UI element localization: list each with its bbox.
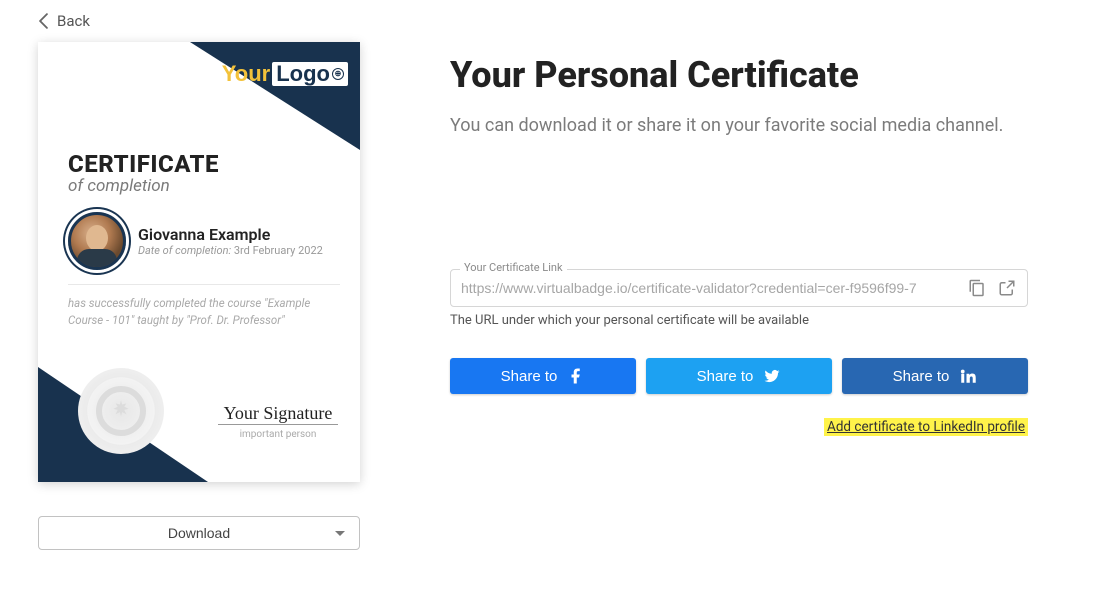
- linkedin-icon: [959, 367, 977, 385]
- certificate-preview: Your Logo ⊕ CERTIFICATE of completion Gi…: [38, 42, 360, 482]
- link-help-text: The URL under which your personal certif…: [450, 313, 1079, 328]
- open-link-button[interactable]: [995, 276, 1019, 300]
- facebook-icon: [567, 367, 585, 385]
- back-button[interactable]: Back: [0, 0, 90, 42]
- chevron-left-icon: [38, 13, 49, 29]
- share-linkedin-button[interactable]: Share to: [842, 358, 1028, 394]
- certificate-link-field: Your Certificate Link: [450, 269, 1028, 307]
- page-title: Your Personal Certificate: [450, 54, 1079, 96]
- completion-date: Date of completion: 3rd February 2022: [138, 244, 323, 257]
- share-label: Share to: [501, 368, 558, 385]
- logo: Your Logo ⊕: [222, 62, 348, 86]
- external-link-icon: [998, 279, 1016, 297]
- download-button[interactable]: Download: [38, 516, 360, 550]
- signature-role: important person: [218, 429, 338, 440]
- certificate-link-input[interactable]: [461, 280, 959, 296]
- share-twitter-button[interactable]: Share to: [646, 358, 832, 394]
- back-label: Back: [57, 12, 90, 30]
- signature-block: Your Signature important person: [218, 404, 338, 440]
- copy-icon: [968, 279, 986, 297]
- certificate-title: CERTIFICATE: [68, 150, 340, 178]
- recipient-name: Giovanna Example: [138, 225, 323, 244]
- download-label: Download: [168, 525, 230, 541]
- decor-triangle-top: [190, 42, 360, 150]
- share-facebook-button[interactable]: Share to: [450, 358, 636, 394]
- certificate-description: has successfully completed the course "E…: [68, 295, 340, 330]
- logo-word2: Logo ⊕: [272, 62, 348, 86]
- logo-word1: Your: [222, 63, 270, 85]
- logo-mark-icon: ⊕: [332, 68, 344, 80]
- share-label: Share to: [697, 368, 754, 385]
- page-subtitle: You can download it or share it on your …: [450, 112, 1010, 139]
- seal-icon: [78, 368, 164, 454]
- twitter-icon: [763, 367, 781, 385]
- add-to-linkedin-link[interactable]: Add certificate to LinkedIn profile: [824, 418, 1028, 436]
- share-label: Share to: [893, 368, 950, 385]
- add-to-linkedin-row: Add certificate to LinkedIn profile: [450, 416, 1028, 435]
- caret-down-icon: [335, 531, 345, 536]
- avatar: [68, 212, 126, 270]
- signature-text: Your Signature: [218, 404, 338, 425]
- link-legend: Your Certificate Link: [460, 261, 567, 274]
- copy-link-button[interactable]: [965, 276, 989, 300]
- certificate-subtitle: of completion: [68, 176, 340, 196]
